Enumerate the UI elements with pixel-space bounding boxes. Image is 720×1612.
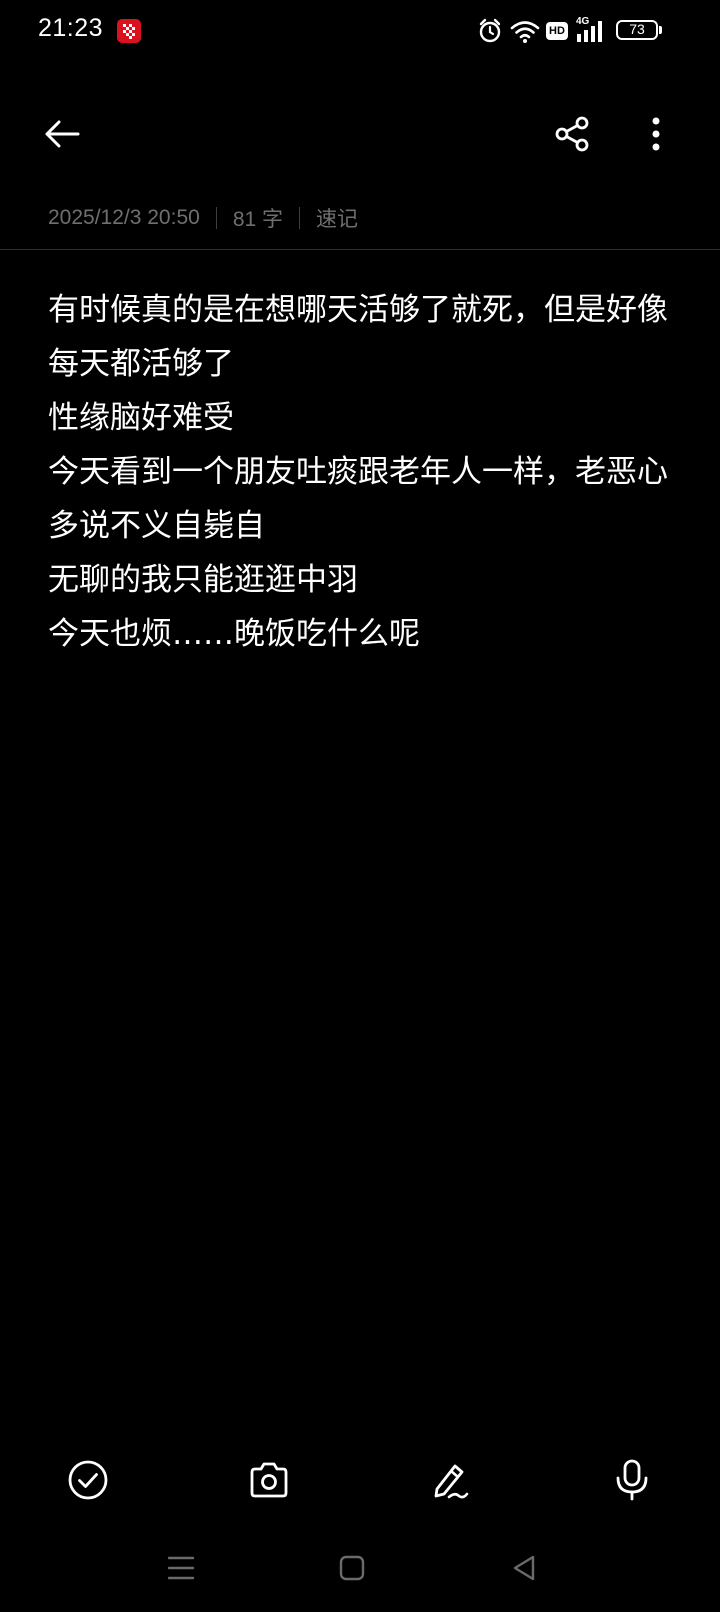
note-line: 多说不义自毙自	[48, 508, 265, 544]
back-triangle-icon	[513, 1555, 535, 1581]
meta-divider	[299, 207, 301, 229]
more-vertical-icon	[652, 117, 660, 151]
battery-icon: 73	[616, 20, 664, 42]
handwriting-button[interactable]	[424, 1454, 476, 1506]
note-line: 有时候真的是在想哪天活够了就死，但是好像每天都活够了	[48, 292, 668, 382]
status-time: 21:23	[38, 14, 104, 42]
back-button[interactable]	[38, 110, 86, 158]
camera-button[interactable]	[243, 1454, 295, 1506]
note-content[interactable]: 有时候真的是在想哪天活够了就死，但是好像每天都活够了 性缘脑好难受 今天看到一个…	[48, 283, 678, 661]
note-line: 性缘脑好难受	[48, 400, 234, 436]
note-line: 无聊的我只能逛逛中羽	[48, 562, 358, 598]
voice-input-button[interactable]	[606, 1454, 658, 1506]
editor-toolbar	[0, 1452, 720, 1508]
signal-4g-icon: 4G	[576, 16, 608, 44]
alarm-icon	[479, 18, 501, 43]
recent-apps-button[interactable]	[159, 1546, 203, 1590]
system-back-button[interactable]	[502, 1546, 546, 1590]
share-button[interactable]	[548, 110, 596, 158]
back-arrow-icon	[45, 120, 80, 148]
pen-icon	[434, 1464, 469, 1499]
checklist-button[interactable]	[62, 1454, 114, 1506]
app-bar	[0, 100, 720, 172]
status-icons: HD 4G 73	[478, 16, 668, 46]
microphone-icon	[616, 1459, 648, 1501]
more-options-button[interactable]	[632, 110, 680, 158]
hd-icon: HD	[546, 22, 568, 40]
note-datetime: 2025/12/3 20:50	[48, 206, 200, 229]
note-line: 今天也烦……晚饭吃什么呢	[48, 616, 420, 652]
note-category[interactable]: 速记	[316, 203, 358, 233]
system-nav-bar	[0, 1546, 720, 1590]
note-line: 今天看到一个朋友吐痰跟老年人一样，老恶心	[48, 454, 668, 490]
menu-icon	[167, 1556, 195, 1580]
note-meta: 2025/12/3 20:50 81 字 速记	[48, 203, 358, 233]
status-bar: 21:23 HD 4G 73	[0, 0, 720, 64]
header-divider	[0, 249, 720, 250]
share-icon	[555, 116, 589, 152]
app-notification-icon	[117, 19, 141, 43]
wifi-icon	[510, 21, 540, 43]
checklist-icon	[68, 1460, 108, 1500]
home-button[interactable]	[330, 1546, 374, 1590]
battery-level: 73	[629, 21, 645, 37]
home-icon	[339, 1555, 365, 1581]
note-char-count: 81 字	[232, 208, 284, 231]
camera-icon	[250, 1462, 288, 1498]
meta-divider	[215, 207, 217, 229]
